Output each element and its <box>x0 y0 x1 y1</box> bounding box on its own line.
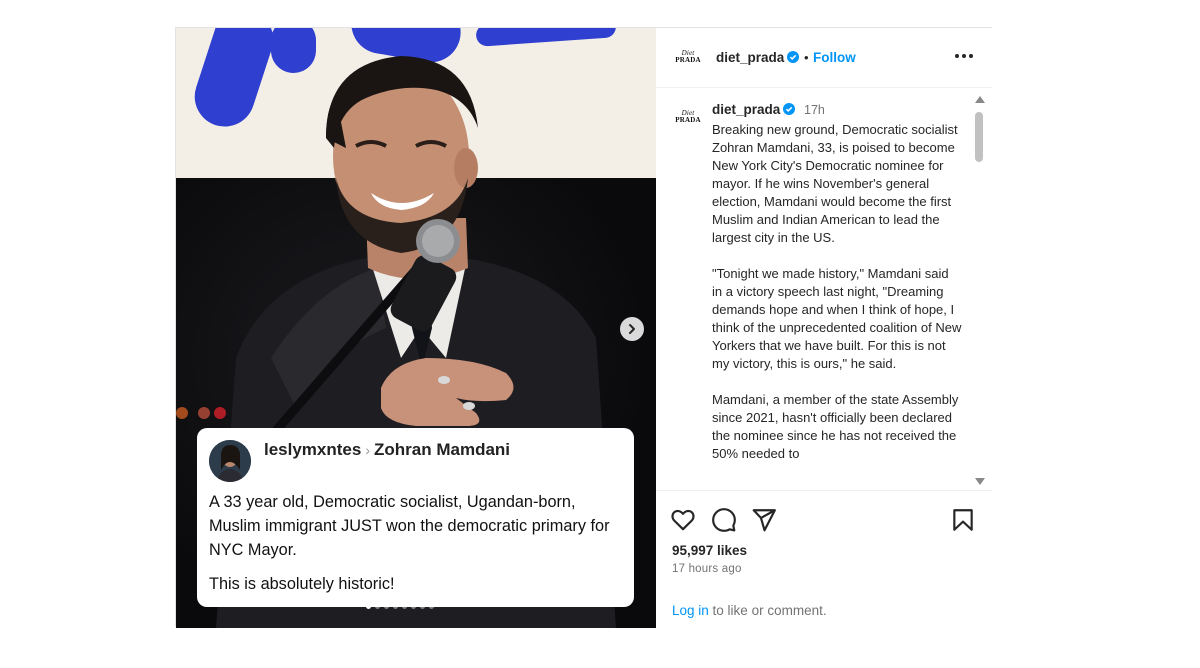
carousel-dot <box>366 604 371 609</box>
next-slide-button[interactable] <box>620 317 644 341</box>
carousel-dot <box>411 604 416 609</box>
quote-text-2: This is absolutely historic! <box>209 575 395 593</box>
carousel-dot <box>402 604 407 609</box>
follow-button[interactable]: Follow <box>813 50 856 65</box>
share-icon[interactable] <box>751 507 777 533</box>
post-media[interactable]: leslymxntes › Zohran Mamdani A 33 year old… <box>176 28 656 628</box>
post-timestamp[interactable]: 17 hours ago <box>672 563 742 575</box>
like-heart-icon[interactable] <box>670 507 696 533</box>
quote-author-avatar <box>209 440 251 482</box>
post-actions: 95,997 likes 17 hours ago Log in to like… <box>656 490 992 628</box>
quote-target-name[interactable]: Zohran Mamdani <box>374 440 510 459</box>
carousel-dot <box>420 604 425 609</box>
login-link[interactable]: Log in <box>672 603 709 618</box>
more-options-icon[interactable] <box>953 47 975 65</box>
carousel-dot <box>384 604 389 609</box>
quote-body: A 33 year old, Democratic socialist, Uga… <box>209 490 629 606</box>
quote-header: leslymxntes › Zohran Mamdani <box>264 439 624 461</box>
likes-count[interactable]: 95,997 likes <box>672 543 747 558</box>
profile-logo[interactable]: Diet PRADA <box>672 50 704 64</box>
verified-badge-icon <box>787 51 800 63</box>
reply-arrow: › <box>365 442 371 458</box>
quote-author-username[interactable]: leslymxntes <box>264 440 361 459</box>
caption-profile-logo[interactable]: Diet PRADA <box>672 110 704 124</box>
scroll-down-arrow[interactable] <box>975 478 985 485</box>
login-prompt: Log in to like or comment. <box>672 603 827 618</box>
carousel-dot <box>393 604 398 609</box>
caption-paragraph: Breaking new ground, Democratic socialis… <box>712 122 958 245</box>
carousel-dot <box>429 604 434 609</box>
post-header: Diet PRADA diet_prada • Follow <box>656 28 992 88</box>
scroll-thumb[interactable] <box>975 112 983 162</box>
scroll-up-arrow[interactable] <box>975 96 985 103</box>
header-separator: • <box>804 50 809 65</box>
caption-paragraph: Mamdani, a member of the state Assembly … <box>712 392 959 461</box>
embedded-quote-card: leslymxntes › Zohran Mamdani A 33 year old… <box>197 428 634 607</box>
verified-badge-icon <box>783 103 796 115</box>
caption-paragraph: "Tonight we made history," Mamdani said … <box>712 266 962 371</box>
comment-icon[interactable] <box>711 507 737 533</box>
caption-area[interactable]: Diet PRADA diet_prada 17h Breaking new g… <box>656 90 992 490</box>
caption-scrollbar[interactable] <box>972 90 986 490</box>
instagram-post: leslymxntes › Zohran Mamdani A 33 year old… <box>175 27 992 628</box>
quote-text-1: A 33 year old, Democratic socialist, Uga… <box>209 493 610 559</box>
caption-username[interactable]: diet_prada <box>712 102 796 117</box>
caption-text: Breaking new ground, Democratic socialis… <box>712 121 962 481</box>
post-side-panel: Diet PRADA diet_prada • Follow Diet PRAD… <box>656 28 992 628</box>
carousel-dots <box>366 604 434 609</box>
login-suffix: to like or comment. <box>708 603 827 618</box>
save-bookmark-icon[interactable] <box>950 507 976 533</box>
chevron-right-icon <box>629 324 635 334</box>
carousel-dot <box>375 604 380 609</box>
caption-time: 17h <box>804 103 825 117</box>
header-username[interactable]: diet_prada <box>716 50 800 65</box>
